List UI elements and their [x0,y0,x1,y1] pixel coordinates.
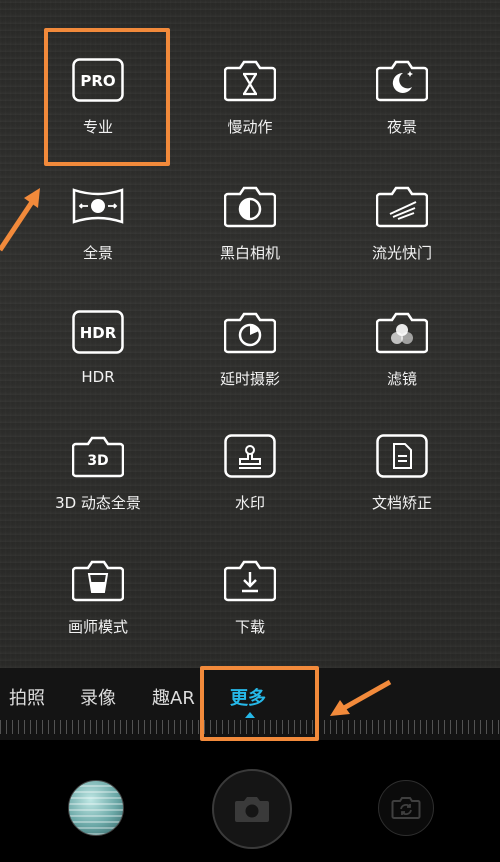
switch-camera-button[interactable] [378,780,434,836]
mode-night[interactable]: 夜景 [332,58,472,168]
document-correction-icon [376,434,428,478]
mode-monochrome[interactable]: 黑白相机 [180,184,320,294]
arrow-pointing-up-right-icon [0,188,40,252]
mode-time-lapse[interactable]: 延时摄影 [180,310,320,420]
monochrome-icon [224,186,276,228]
shutter-button[interactable] [212,769,292,849]
gallery-thumbnail[interactable] [68,780,124,836]
tab-video[interactable]: 录像 [80,684,116,710]
mode-watermark[interactable]: 水印 [180,434,320,544]
mode-download[interactable]: 下载 [180,558,320,668]
filter-icon [376,312,428,354]
artist-mode-icon [72,560,124,602]
hdr-icon-text: HDR [80,324,117,342]
switch-camera-icon [391,797,421,819]
mode-label: 画师模式 [67,618,128,636]
mode-hdr[interactable]: HDR HDR [28,310,168,420]
download-icon [224,560,276,602]
tab-fun-ar[interactable]: 趣AR [152,684,195,710]
time-lapse-icon [224,312,276,354]
mode-3d-panorama[interactable]: 3D 3D 动态全景 [28,434,168,544]
tab-photo[interactable]: 拍照 [9,684,45,710]
mode-label: 夜景 [386,118,417,136]
mode-label: 黑白相机 [219,244,280,262]
highlight-more-tab-box [200,666,319,741]
mode-slow-motion[interactable]: 慢动作 [180,58,320,168]
mode-light-painting[interactable]: 流光快门 [332,184,472,294]
mode-label: 滤镜 [386,370,417,388]
panorama-icon [72,188,124,224]
mode-label: 慢动作 [227,118,273,136]
hdr-icon: HDR [72,310,124,354]
3d-panorama-icon: 3D [72,436,124,478]
mode-label: 水印 [234,494,265,512]
light-painting-icon [376,186,428,228]
highlight-pro-box [44,28,170,166]
arrow-pointing-left-icon [330,679,392,716]
mode-label: 3D 动态全景 [55,494,141,512]
mode-label: HDR [81,368,115,386]
mode-label: 文档矫正 [371,494,432,512]
mode-document-correction[interactable]: 文档矫正 [332,434,472,544]
mode-label: 下载 [234,618,265,636]
mode-filter[interactable]: 滤镜 [332,310,472,420]
camera-icon [235,797,269,822]
mode-label: 全景 [82,244,113,262]
3d-icon-text: 3D [87,453,108,469]
mode-label: 延时摄影 [219,370,280,388]
slow-motion-icon [224,60,276,102]
night-mode-icon [376,60,428,102]
camera-controls [0,740,500,862]
mode-label: 流光快门 [371,244,432,262]
mode-artist[interactable]: 画师模式 [28,558,168,668]
watermark-icon [224,434,276,478]
